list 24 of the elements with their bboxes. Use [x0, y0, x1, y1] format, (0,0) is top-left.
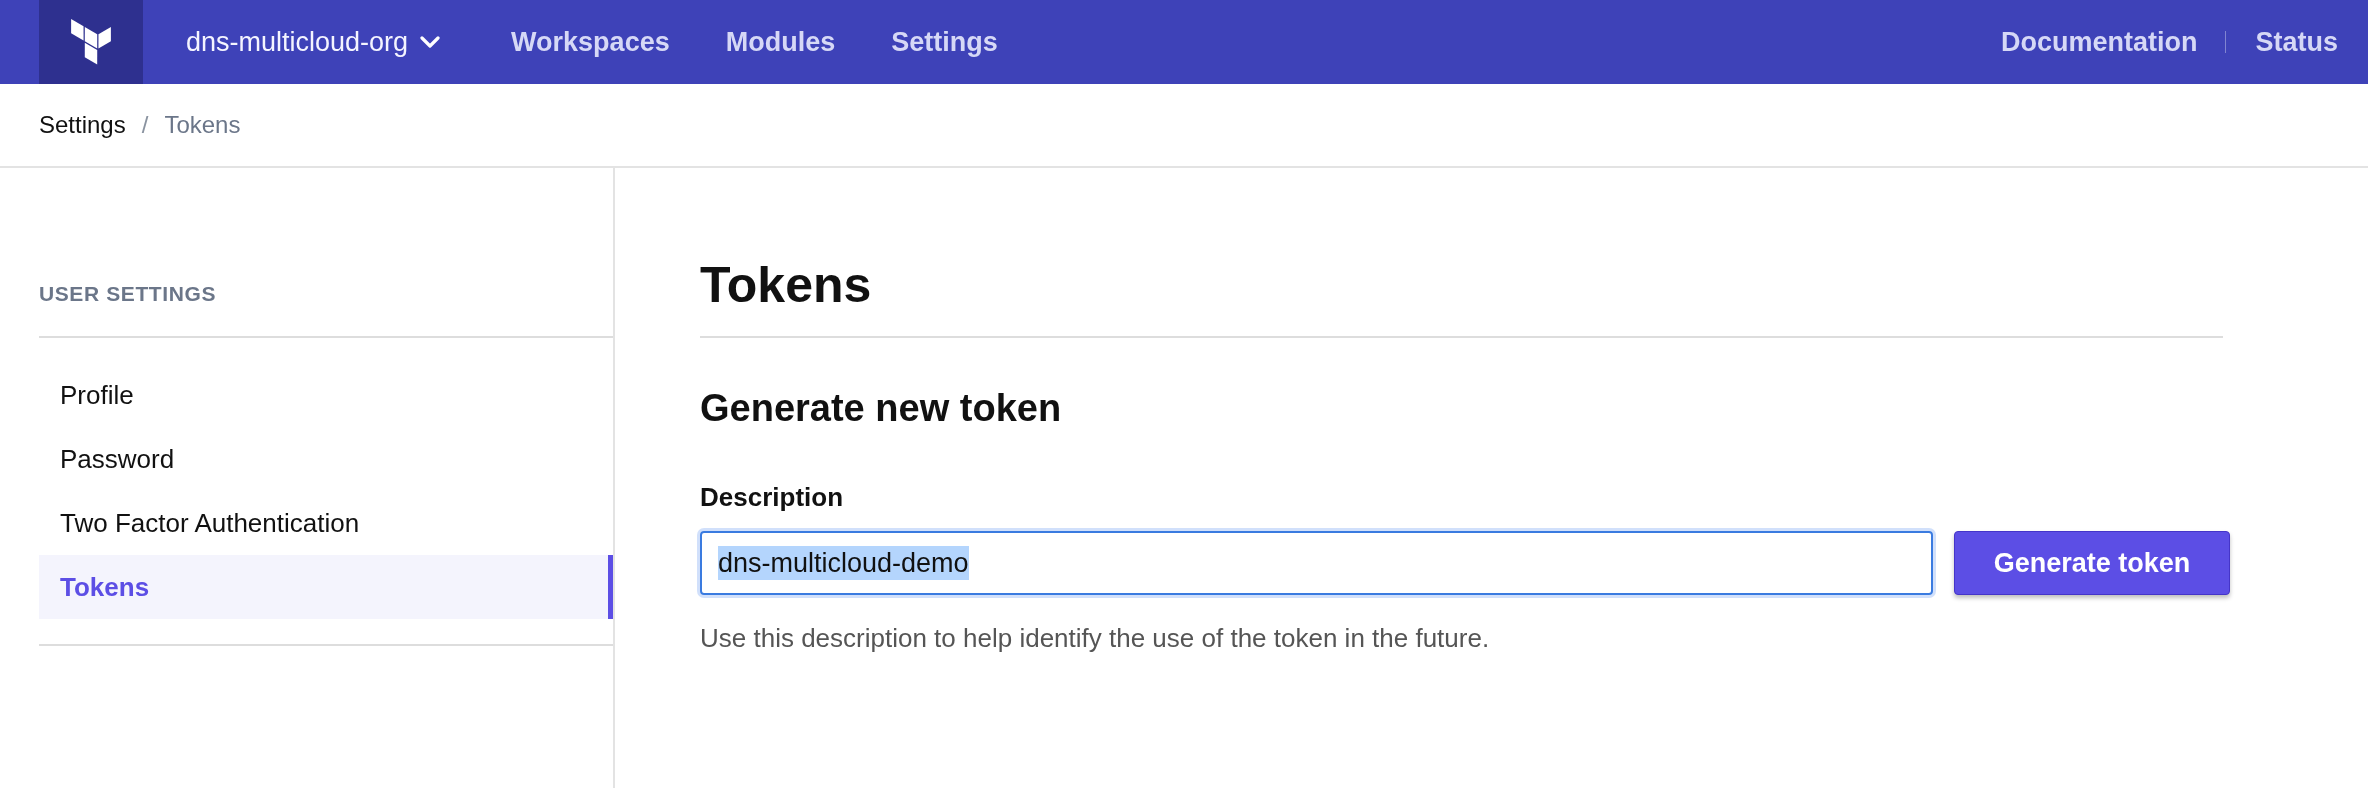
- breadcrumb-link[interactable]: Settings: [39, 111, 126, 139]
- org-switcher[interactable]: dns-multicloud-org: [186, 26, 441, 58]
- breadcrumb-current-page: Tokens: [164, 111, 241, 139]
- help-text: Use this description to help identify the use of the token in the future.: [700, 622, 1491, 654]
- selected-text: dns-multicloud-demo: [718, 546, 969, 580]
- nav-link[interactable]: Settings: [891, 26, 998, 58]
- sidebar-heading: USER SETTINGS: [39, 279, 613, 338]
- logo-icon: [71, 19, 111, 65]
- section-title: Generate new token: [700, 386, 1063, 431]
- chevron-down-icon: [420, 36, 441, 48]
- page-title: Tokens: [700, 255, 2223, 338]
- nav-link[interactable]: Status: [2255, 26, 2338, 58]
- home-button[interactable]: [39, 0, 143, 84]
- nav-link[interactable]: Modules: [725, 26, 836, 58]
- generate-token-button[interactable]: Generate token: [1954, 531, 2230, 595]
- sidebar-item[interactable]: Two Factor Authentication: [39, 491, 613, 555]
- sidebar-item[interactable]: Tokens: [39, 555, 613, 619]
- sidebar-item[interactable]: Password: [39, 427, 613, 491]
- description-field[interactable]: dns-multicloud-demo: [700, 531, 1933, 595]
- nav-link[interactable]: Documentation: [2000, 26, 2198, 58]
- breadcrumb-separator: /: [141, 111, 149, 139]
- field-label: Description: [700, 481, 845, 513]
- sidebar-item[interactable]: Profile: [39, 363, 613, 427]
- nav-link[interactable]: Workspaces: [511, 26, 670, 58]
